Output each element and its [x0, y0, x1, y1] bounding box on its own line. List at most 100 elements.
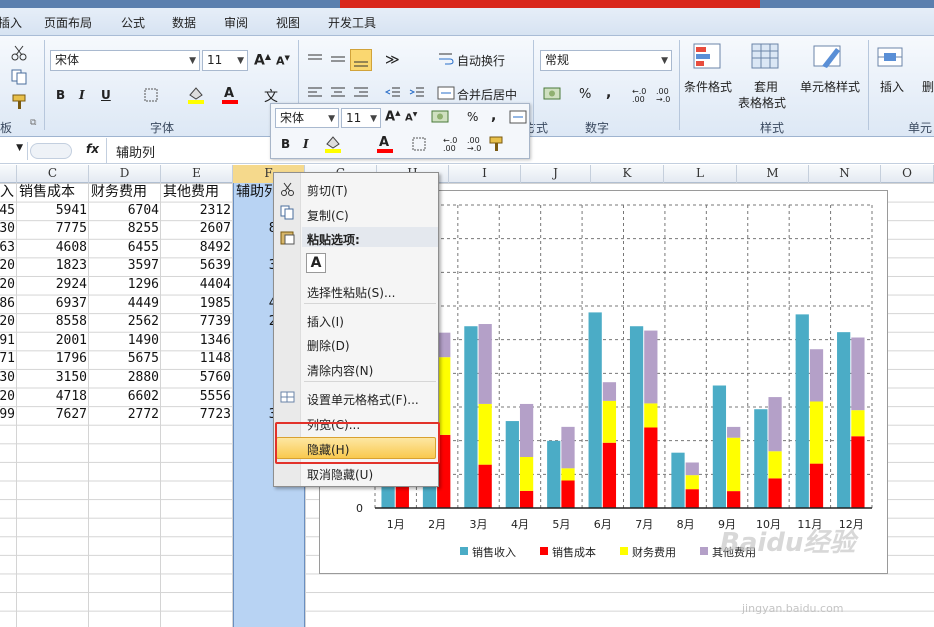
cell-c[interactable]: 4718 — [56, 388, 87, 406]
tab-view[interactable]: 视图 — [276, 14, 300, 31]
percent-button[interactable]: % — [579, 87, 591, 102]
cell-c[interactable]: 5941 — [56, 202, 87, 220]
mini-italic-button[interactable]: I — [303, 137, 309, 151]
column-header-o[interactable]: O — [881, 165, 934, 183]
tab-data[interactable]: 数据 — [172, 14, 196, 31]
menu-item-insert[interactable]: 插入(I) — [307, 313, 344, 330]
underline-button[interactable]: U — [101, 88, 111, 102]
cut-icon[interactable] — [10, 44, 28, 62]
comma-button[interactable]: , — [606, 85, 611, 101]
merge-center-icon[interactable] — [437, 85, 455, 101]
cell-styles-button[interactable]: 单元格样式 — [800, 78, 860, 95]
mini-fill-color-icon[interactable] — [323, 134, 345, 154]
column-header-j[interactable]: J — [521, 165, 591, 183]
column-header-l[interactable]: L — [664, 165, 737, 183]
formula-input[interactable]: 辅助列 — [116, 142, 155, 161]
cell-e[interactable]: 7739 — [200, 313, 231, 331]
menu-item-format-cells[interactable]: 设置单元格格式(F)... — [307, 391, 419, 408]
cell-c[interactable]: 1796 — [56, 350, 87, 368]
cell-c[interactable]: 3150 — [56, 369, 87, 387]
cell-d[interactable]: 4449 — [128, 295, 159, 313]
cell-e[interactable]: 2312 — [200, 202, 231, 220]
cell-d[interactable]: 8255 — [128, 220, 159, 238]
tab-review[interactable]: 审阅 — [224, 14, 248, 31]
number-format-combo[interactable]: 常规 ▼ — [540, 50, 672, 71]
cell-e[interactable]: 5639 — [200, 257, 231, 275]
cell-c[interactable]: 7775 — [56, 220, 87, 238]
cell-c[interactable]: 7627 — [56, 406, 87, 424]
mini-currency-icon[interactable] — [431, 108, 451, 126]
mini-merge-icon[interactable] — [509, 109, 527, 125]
cell-b[interactable]: 63 — [0, 239, 15, 257]
bold-button[interactable]: B — [56, 88, 65, 102]
mini-font-name-combo[interactable]: 宋体 ▼ — [275, 108, 339, 128]
name-box[interactable]: ▼ — [0, 142, 28, 160]
cell-e[interactable]: 5760 — [200, 369, 231, 387]
increase-decimal-icon[interactable]: ←.0.00 — [632, 88, 646, 104]
cell-d[interactable]: 5675 — [128, 350, 159, 368]
cell-b[interactable]: 20 — [0, 388, 15, 406]
cell-d[interactable]: 2772 — [128, 406, 159, 424]
cell-e[interactable]: 2607 — [200, 220, 231, 238]
format-as-table-line1[interactable]: 套用 — [754, 78, 778, 95]
column-header-n[interactable]: N — [809, 165, 881, 183]
cell-b[interactable]: 20 — [0, 257, 15, 275]
font-color-icon[interactable]: A — [220, 84, 242, 106]
header-cell-b[interactable]: 入 — [0, 183, 14, 201]
align-middle-icon[interactable] — [329, 52, 347, 66]
cell-d[interactable]: 3597 — [128, 257, 159, 275]
font-size-combo[interactable]: 11 ▼ — [202, 50, 248, 71]
mini-font-color-icon[interactable]: A — [375, 133, 397, 155]
column-header-b[interactable] — [0, 165, 17, 183]
tab-developer[interactable]: 开发工具 — [328, 14, 376, 31]
cell-c[interactable]: 8558 — [56, 313, 87, 331]
mini-comma-button[interactable]: , — [491, 108, 496, 124]
insert-cells-button[interactable]: 插入 — [880, 78, 904, 95]
header-cell-f[interactable]: 辅助列 — [236, 183, 278, 201]
cell-b[interactable]: 30 — [0, 369, 15, 387]
cell-b[interactable]: 99 — [0, 406, 15, 424]
mini-grow-font-icon[interactable]: A▲ — [385, 109, 400, 124]
cell-c[interactable]: 2924 — [56, 276, 87, 294]
menu-item-unhide[interactable]: 取消隐藏(U) — [307, 466, 373, 483]
delete-cells-button[interactable]: 删 — [922, 78, 934, 95]
align-top-icon[interactable] — [306, 52, 324, 66]
border-icon[interactable] — [143, 87, 161, 103]
formula-bar-spinner[interactable] — [30, 143, 72, 159]
align-bottom-button[interactable] — [350, 49, 372, 71]
fill-color-icon[interactable] — [186, 85, 208, 105]
increase-indent-icon[interactable] — [408, 85, 426, 101]
format-painter-icon[interactable] — [10, 92, 30, 110]
cell-b[interactable]: 71 — [0, 350, 15, 368]
column-header-m[interactable]: M — [737, 165, 809, 183]
cell-d[interactable]: 2562 — [128, 313, 159, 331]
column-header-i[interactable]: I — [449, 165, 521, 183]
column-header-c[interactable]: C — [17, 165, 89, 183]
format-as-table-line2[interactable]: 表格格式 — [738, 94, 786, 111]
font-name-combo[interactable]: 宋体 ▼ — [50, 50, 200, 71]
clipboard-launcher-icon[interactable]: ⧉ — [30, 118, 36, 128]
cell-e[interactable]: 4404 — [200, 276, 231, 294]
cell-e[interactable]: 1148 — [200, 350, 231, 368]
header-cell-e[interactable]: 其他费用 — [163, 183, 219, 201]
cell-d[interactable]: 1490 — [128, 332, 159, 350]
menu-item-copy[interactable]: 复制(C) — [307, 207, 349, 224]
mini-increase-decimal-icon[interactable]: ←.0.00 — [443, 137, 457, 153]
merge-center-button[interactable]: 合并后居中 — [457, 86, 517, 103]
cell-b[interactable]: 20 — [0, 276, 15, 294]
shrink-font-icon[interactable]: A▼ — [276, 54, 290, 68]
column-header-d[interactable]: D — [89, 165, 161, 183]
cell-d[interactable]: 6602 — [128, 388, 159, 406]
decrease-indent-icon[interactable] — [384, 85, 402, 101]
cell-d[interactable]: 2880 — [128, 369, 159, 387]
paste-values-button[interactable]: A — [306, 253, 326, 273]
mini-format-painter-icon[interactable] — [487, 134, 507, 152]
tab-insert[interactable]: 插入 — [0, 14, 22, 31]
mini-font-size-combo[interactable]: 11 ▼ — [341, 108, 381, 128]
menu-item-delete[interactable]: 删除(D) — [307, 337, 350, 354]
cell-c[interactable]: 6937 — [56, 295, 87, 313]
header-cell-c[interactable]: 销售成本 — [19, 183, 75, 201]
cell-b[interactable]: 20 — [0, 313, 15, 331]
conditional-format-button[interactable]: 条件格式 — [684, 78, 732, 95]
menu-item-clear[interactable]: 清除内容(N) — [307, 362, 373, 379]
